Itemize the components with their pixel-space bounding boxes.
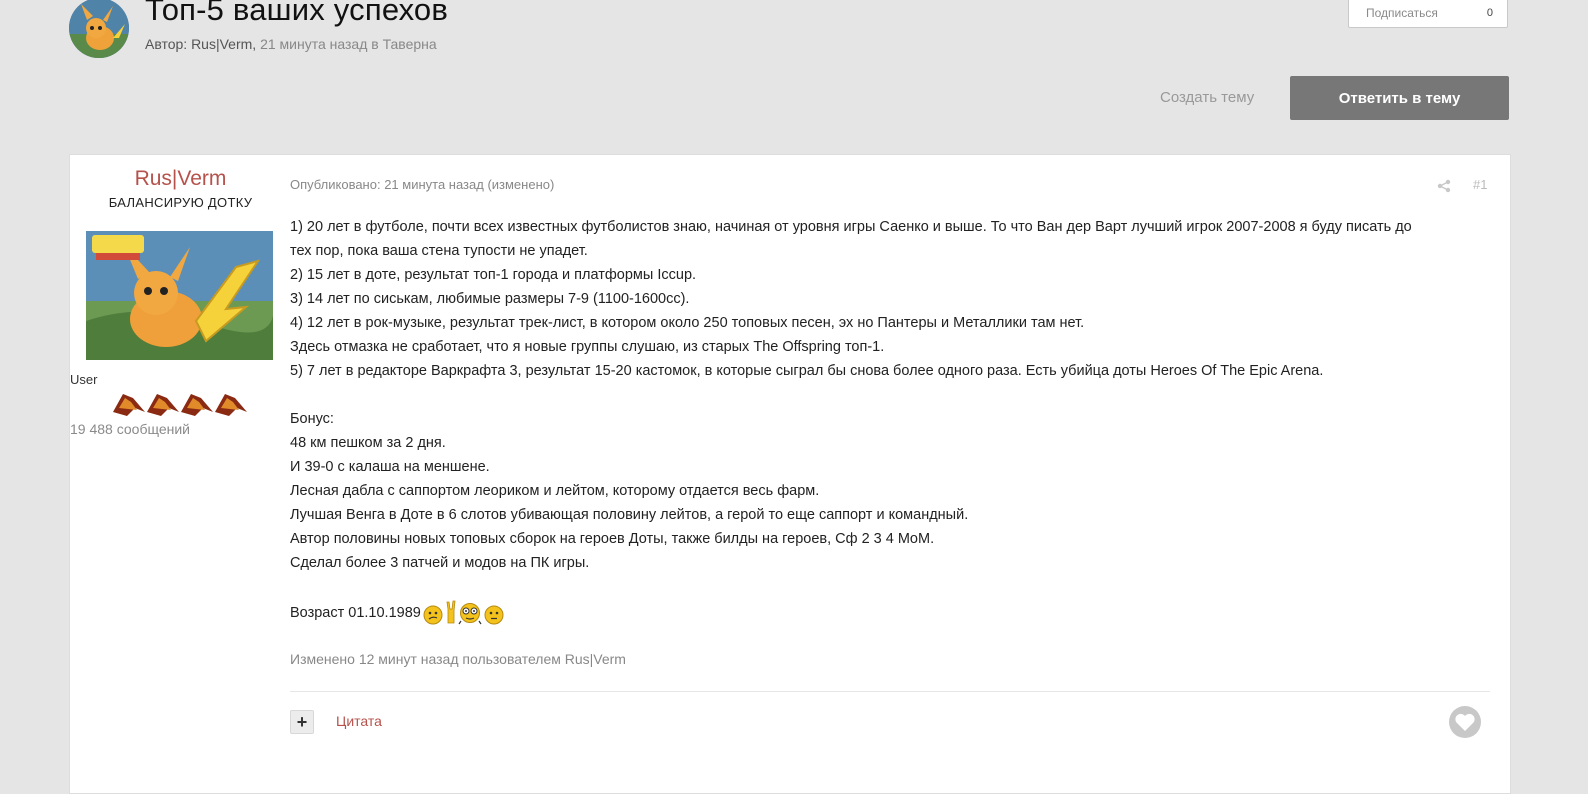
topic-title: Топ-5 ваших успехов	[145, 0, 449, 27]
age-line: Возраст 01.10.1989	[290, 599, 1490, 625]
bonus-line: Лучшая Венга в Доте в 6 слотов убивающая…	[290, 507, 969, 523]
bonus-line: Лесная дабла с саппортом леориком и лейт…	[290, 483, 820, 499]
bonus-line: 48 км пешком за 2 дня.	[290, 435, 446, 451]
share-icon[interactable]	[1437, 179, 1451, 193]
bonus-line: Сделал более 3 патчей и модов на ПК игры…	[290, 555, 590, 571]
post-divider	[290, 691, 1490, 692]
topic-time-forum[interactable]: 21 минута назад в Таверна	[260, 36, 437, 52]
post-line: 4) 12 лет в рок-музыке, результат трек-л…	[290, 315, 1085, 331]
bonus-line: Бонус:	[290, 411, 334, 427]
like-button[interactable]	[1449, 706, 1481, 738]
bonus-line: Автор половины новых топовых сборок на г…	[290, 531, 935, 547]
confused-emoticon	[423, 605, 443, 625]
topic-author[interactable]: Автор: Rus|Verm,	[145, 36, 256, 52]
post-card: Rus|Verm БАЛАНСИРУЮ ДОТКУ User 19 488 со…	[69, 154, 1511, 794]
follow-label: Подписаться	[1366, 6, 1438, 20]
age-text: Возраст 01.10.1989	[290, 605, 421, 621]
post-line: 2) 15 лет в доте, результат топ-1 города…	[290, 267, 697, 283]
quote-button[interactable]: Цитата	[336, 713, 382, 729]
heart-icon	[1455, 713, 1475, 731]
topic-author-avatar[interactable]	[69, 0, 129, 58]
post-line: Здесь отмазка не сработает, что я новые …	[290, 339, 885, 355]
post-author-title: БАЛАНСИРУЮ ДОТКУ	[108, 195, 253, 210]
post-line: 3) 14 лет по сиськам, любимые размеры 7-…	[290, 291, 690, 307]
rank-pips	[111, 390, 251, 418]
topic-meta: Автор: Rus|Verm, 21 минута назад в Тавер…	[145, 36, 437, 52]
post-author-photo[interactable]	[86, 231, 273, 360]
post-author-name[interactable]: Rus|Verm	[70, 167, 291, 191]
rock-hand-emoticon	[446, 600, 456, 624]
follow-count: 0	[1486, 7, 1493, 19]
reply-button[interactable]: Ответить в тему	[1290, 76, 1509, 120]
create-topic-link[interactable]: Создать тему	[1160, 89, 1254, 106]
post-author-count: 19 488 сообщений	[70, 421, 190, 437]
post-line: 1) 20 лет в футболе, почти всех известны…	[290, 219, 1412, 235]
post-content: 1) 20 лет в футболе, почти всех известны…	[290, 215, 1490, 625]
post-author-group: User	[70, 372, 98, 387]
edited-note: Изменено 12 минут назад пользователем Ru…	[290, 651, 626, 667]
post-line: 5) 7 лет в редакторе Варкрафта 3, резуль…	[290, 363, 1324, 379]
bonus-line: И 39-0 с калаша на меншене.	[290, 459, 490, 475]
post-line: тех пор, пока ваша стена тупости не упад…	[290, 243, 588, 259]
follow-button[interactable]: Подписаться 0	[1348, 0, 1508, 28]
post-date[interactable]: Опубликовано: 21 минута назад (изменено)	[290, 177, 554, 192]
post-number-link[interactable]: #1	[1473, 177, 1487, 192]
neutral-emoticon	[484, 605, 504, 625]
post-author-panel: Rus|Verm БАЛАНСИРУЮ ДОТКУ	[70, 155, 291, 210]
nerd-emoticon	[458, 603, 482, 625]
multiquote-add-button[interactable]: +	[290, 710, 314, 734]
